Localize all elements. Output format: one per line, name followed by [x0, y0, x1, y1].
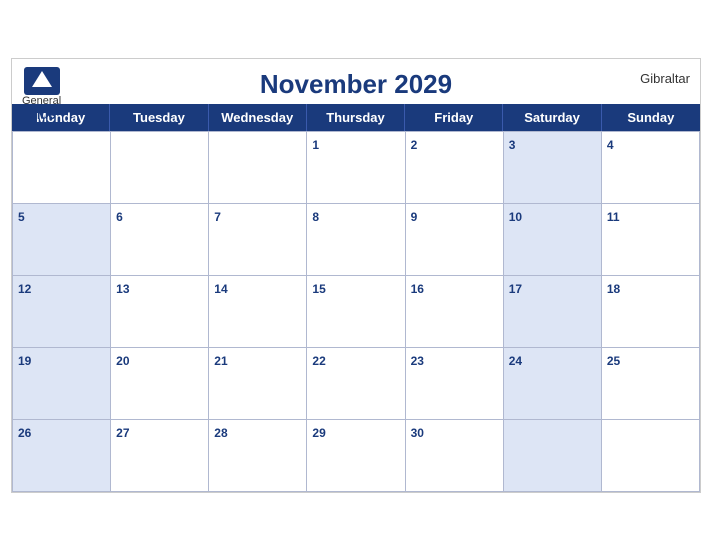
logo-blue-text: Blue — [27, 107, 55, 122]
cal-cell — [209, 132, 307, 204]
cell-number: 29 — [312, 426, 325, 440]
day-header-sunday: Sunday — [602, 104, 700, 131]
cal-cell — [111, 132, 209, 204]
cell-number: 21 — [214, 354, 227, 368]
cal-cell: 24 — [504, 348, 602, 420]
calendar: General Blue November 2029 Gibraltar Mon… — [11, 58, 701, 493]
day-headers: MondayTuesdayWednesdayThursdayFridaySatu… — [12, 104, 700, 131]
region-label: Gibraltar — [640, 71, 690, 86]
cal-cell: 6 — [111, 204, 209, 276]
cell-number: 4 — [607, 138, 614, 152]
calendar-title: November 2029 — [12, 69, 700, 100]
cal-cell — [602, 420, 700, 492]
cell-number: 9 — [411, 210, 418, 224]
cal-cell: 18 — [602, 276, 700, 348]
cal-cell — [13, 132, 111, 204]
cell-number: 16 — [411, 282, 424, 296]
day-header-saturday: Saturday — [503, 104, 601, 131]
cell-number: 25 — [607, 354, 620, 368]
cal-cell: 7 — [209, 204, 307, 276]
cell-number: 23 — [411, 354, 424, 368]
cal-cell: 25 — [602, 348, 700, 420]
cal-cell: 5 — [13, 204, 111, 276]
cell-number: 20 — [116, 354, 129, 368]
cal-cell: 16 — [406, 276, 504, 348]
cal-cell: 1 — [307, 132, 405, 204]
cal-cell: 9 — [406, 204, 504, 276]
day-header-wednesday: Wednesday — [209, 104, 307, 131]
cal-cell: 23 — [406, 348, 504, 420]
cell-number: 18 — [607, 282, 620, 296]
cell-number: 15 — [312, 282, 325, 296]
cell-number: 30 — [411, 426, 424, 440]
cell-number: 19 — [18, 354, 31, 368]
cell-number: 1 — [312, 138, 319, 152]
cal-cell: 3 — [504, 132, 602, 204]
cal-cell: 22 — [307, 348, 405, 420]
cell-number: 27 — [116, 426, 129, 440]
cell-number: 13 — [116, 282, 129, 296]
cal-cell: 2 — [406, 132, 504, 204]
cell-number: 17 — [509, 282, 522, 296]
cell-number: 22 — [312, 354, 325, 368]
cell-number: 14 — [214, 282, 227, 296]
cell-number: 26 — [18, 426, 31, 440]
logo-icon — [24, 67, 60, 95]
cal-cell: 26 — [13, 420, 111, 492]
cell-number: 3 — [509, 138, 516, 152]
cell-number: 24 — [509, 354, 522, 368]
cal-cell: 11 — [602, 204, 700, 276]
cell-number: 12 — [18, 282, 31, 296]
cal-cell: 10 — [504, 204, 602, 276]
cal-cell: 19 — [13, 348, 111, 420]
cell-number: 5 — [18, 210, 25, 224]
cell-number: 7 — [214, 210, 221, 224]
cal-cell: 20 — [111, 348, 209, 420]
cal-cell: 13 — [111, 276, 209, 348]
cell-number: 8 — [312, 210, 319, 224]
calendar-grid: 1234567891011121314151617181920212223242… — [12, 131, 700, 492]
cal-cell: 14 — [209, 276, 307, 348]
cal-cell: 29 — [307, 420, 405, 492]
cal-cell: 28 — [209, 420, 307, 492]
cell-number: 28 — [214, 426, 227, 440]
cal-cell: 27 — [111, 420, 209, 492]
cell-number: 10 — [509, 210, 522, 224]
cal-cell: 15 — [307, 276, 405, 348]
cell-number: 2 — [411, 138, 418, 152]
cal-cell: 30 — [406, 420, 504, 492]
cal-cell: 17 — [504, 276, 602, 348]
day-header-tuesday: Tuesday — [110, 104, 208, 131]
cell-number: 11 — [607, 210, 620, 224]
cal-cell: 21 — [209, 348, 307, 420]
cal-cell: 8 — [307, 204, 405, 276]
calendar-header: General Blue November 2029 Gibraltar — [12, 59, 700, 104]
cell-number: 6 — [116, 210, 123, 224]
day-header-thursday: Thursday — [307, 104, 405, 131]
cal-cell: 4 — [602, 132, 700, 204]
logo: General Blue — [22, 67, 61, 122]
cal-cell — [504, 420, 602, 492]
logo-general-text: General — [22, 95, 61, 107]
day-header-friday: Friday — [405, 104, 503, 131]
cal-cell: 12 — [13, 276, 111, 348]
